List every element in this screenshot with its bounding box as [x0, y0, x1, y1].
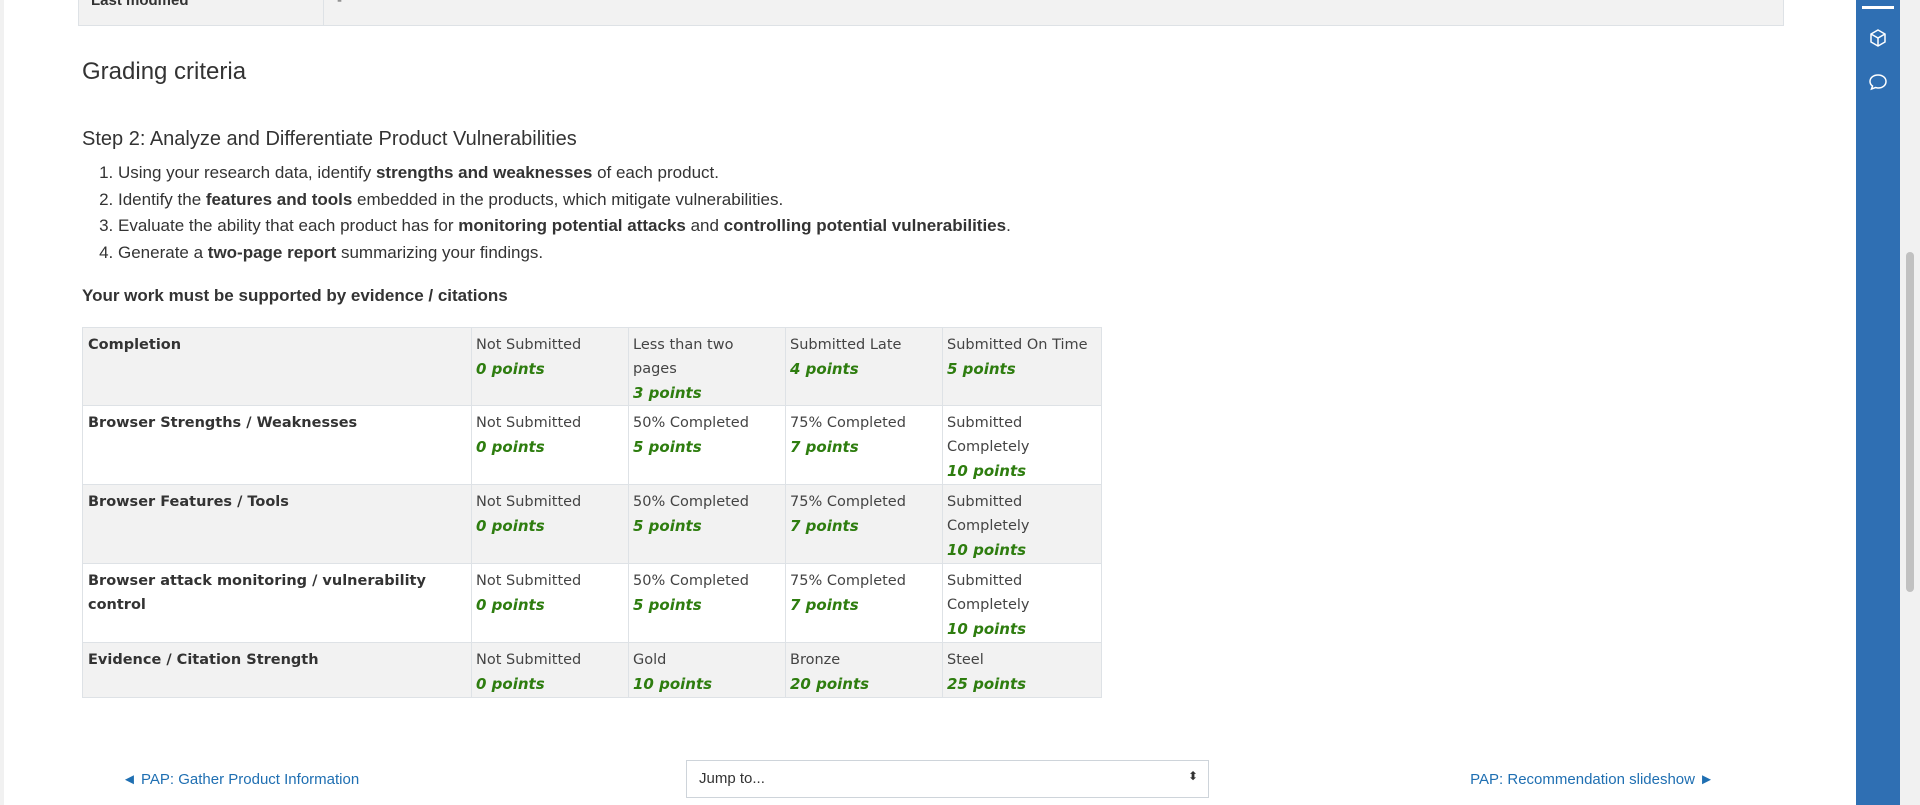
- rubric-level: Steel 25 points: [942, 642, 1102, 698]
- rubric-level: Submitted Completely 10 points: [942, 563, 1102, 643]
- cube-icon[interactable]: [1868, 28, 1888, 48]
- rubric-row-evidence: Evidence / Citation Strength Not Submitt…: [82, 642, 1102, 698]
- rubric-level: Bronze 20 points: [785, 642, 943, 698]
- prev-activity-link[interactable]: ◄ PAP: Gather Product Information: [122, 771, 359, 788]
- step-item: Using your research data, identify stren…: [118, 160, 1011, 187]
- points-value: 0 points: [476, 438, 545, 456]
- step-title: Step 2: Analyze and Differentiate Produc…: [82, 128, 577, 150]
- select-arrows-icon: ⬍: [1187, 769, 1198, 783]
- points-value: 5 points: [633, 517, 702, 535]
- criterion-label: Browser Features / Tools: [82, 484, 472, 564]
- points-value: 0 points: [476, 517, 545, 535]
- rubric-level: Not Submitted 0 points: [471, 327, 629, 406]
- points-value: 0 points: [476, 360, 545, 378]
- points-value: 10 points: [947, 541, 1027, 559]
- points-value: 0 points: [476, 596, 545, 614]
- rubric-table: Completion Not Submitted 0 points Less th…: [82, 327, 1102, 698]
- rubric-row-monitoring: Browser attack monitoring / vulnerabilit…: [82, 563, 1102, 643]
- step-item: Generate a two-page report summarizing y…: [118, 240, 1011, 267]
- points-value: 10 points: [947, 620, 1027, 638]
- points-value: 4 points: [790, 360, 859, 378]
- points-value: 0 points: [476, 675, 545, 693]
- rubric-level: 75% Completed 7 points: [785, 484, 943, 564]
- rubric-level: Not Submitted 0 points: [471, 563, 629, 643]
- right-drawer: [1856, 0, 1900, 805]
- points-value: 10 points: [633, 675, 713, 693]
- jump-to-select[interactable]: Jump to... ⬍: [686, 760, 1209, 798]
- criterion-label: Completion: [82, 327, 472, 406]
- rubric-level: Gold 10 points: [628, 642, 786, 698]
- rubric-row-features: Browser Features / Tools Not Submitted 0 …: [82, 484, 1102, 564]
- rubric-level: 50% Completed 5 points: [628, 405, 786, 485]
- details-table-last-row: Last modified -: [78, 0, 1784, 26]
- criterion-label: Browser Strengths / Weaknesses: [82, 405, 472, 485]
- points-value: 10 points: [947, 462, 1027, 480]
- grading-criteria-heading: Grading criteria: [82, 58, 247, 85]
- points-value: 5 points: [947, 360, 1016, 378]
- criterion-label: Evidence / Citation Strength: [82, 642, 472, 698]
- rubric-level: Not Submitted 0 points: [471, 642, 629, 698]
- main-content: Last modified - Grading criteria Step 2:…: [4, 0, 1856, 805]
- rubric-level: Less than two pages 3 points: [628, 327, 786, 406]
- rubric-level: Not Submitted 0 points: [471, 484, 629, 564]
- points-value: 3 points: [633, 384, 702, 402]
- step-item: Evaluate the ability that each product h…: [118, 213, 1011, 240]
- rubric-level: 75% Completed 7 points: [785, 405, 943, 485]
- points-value: 7 points: [790, 438, 859, 456]
- last-modified-label: Last modified: [91, 0, 189, 9]
- steps-list: Using your research data, identify stren…: [82, 160, 1011, 266]
- rubric-level: 50% Completed 5 points: [628, 484, 786, 564]
- rubric-row-completion: Completion Not Submitted 0 points Less th…: [82, 327, 1102, 406]
- criterion-label: Browser attack monitoring / vulnerabilit…: [82, 563, 472, 643]
- points-value: 5 points: [633, 596, 702, 614]
- drawer-active-indicator: [1862, 6, 1894, 9]
- rubric-level: Submitted Completely 10 points: [942, 405, 1102, 485]
- next-activity-link[interactable]: PAP: Recommendation slideshow ►: [1470, 771, 1714, 788]
- evidence-note: Your work must be supported by evidence …: [82, 286, 508, 305]
- points-value: 7 points: [790, 517, 859, 535]
- rubric-level: Submitted On Time 5 points: [942, 327, 1102, 406]
- rubric-level: 75% Completed 7 points: [785, 563, 943, 643]
- points-value: 25 points: [947, 675, 1027, 693]
- points-value: 7 points: [790, 596, 859, 614]
- points-value: 5 points: [633, 438, 702, 456]
- last-modified-value: -: [337, 0, 342, 9]
- rubric-level: Not Submitted 0 points: [471, 405, 629, 485]
- scrollbar-thumb[interactable]: [1906, 252, 1914, 592]
- step-item: Identify the features and tools embedded…: [118, 187, 1011, 214]
- points-value: 20 points: [790, 675, 870, 693]
- last-modified-label-cell: Last modified: [79, 0, 324, 25]
- rubric-level: Submitted Late 4 points: [785, 327, 943, 406]
- chat-bubble-icon[interactable]: [1868, 72, 1888, 92]
- jump-to-value: Jump to...: [699, 770, 765, 787]
- rubric-level: 50% Completed 5 points: [628, 563, 786, 643]
- rubric-row-strengths: Browser Strengths / Weaknesses Not Submi…: [82, 405, 1102, 485]
- rubric-level: Submitted Completely 10 points: [942, 484, 1102, 564]
